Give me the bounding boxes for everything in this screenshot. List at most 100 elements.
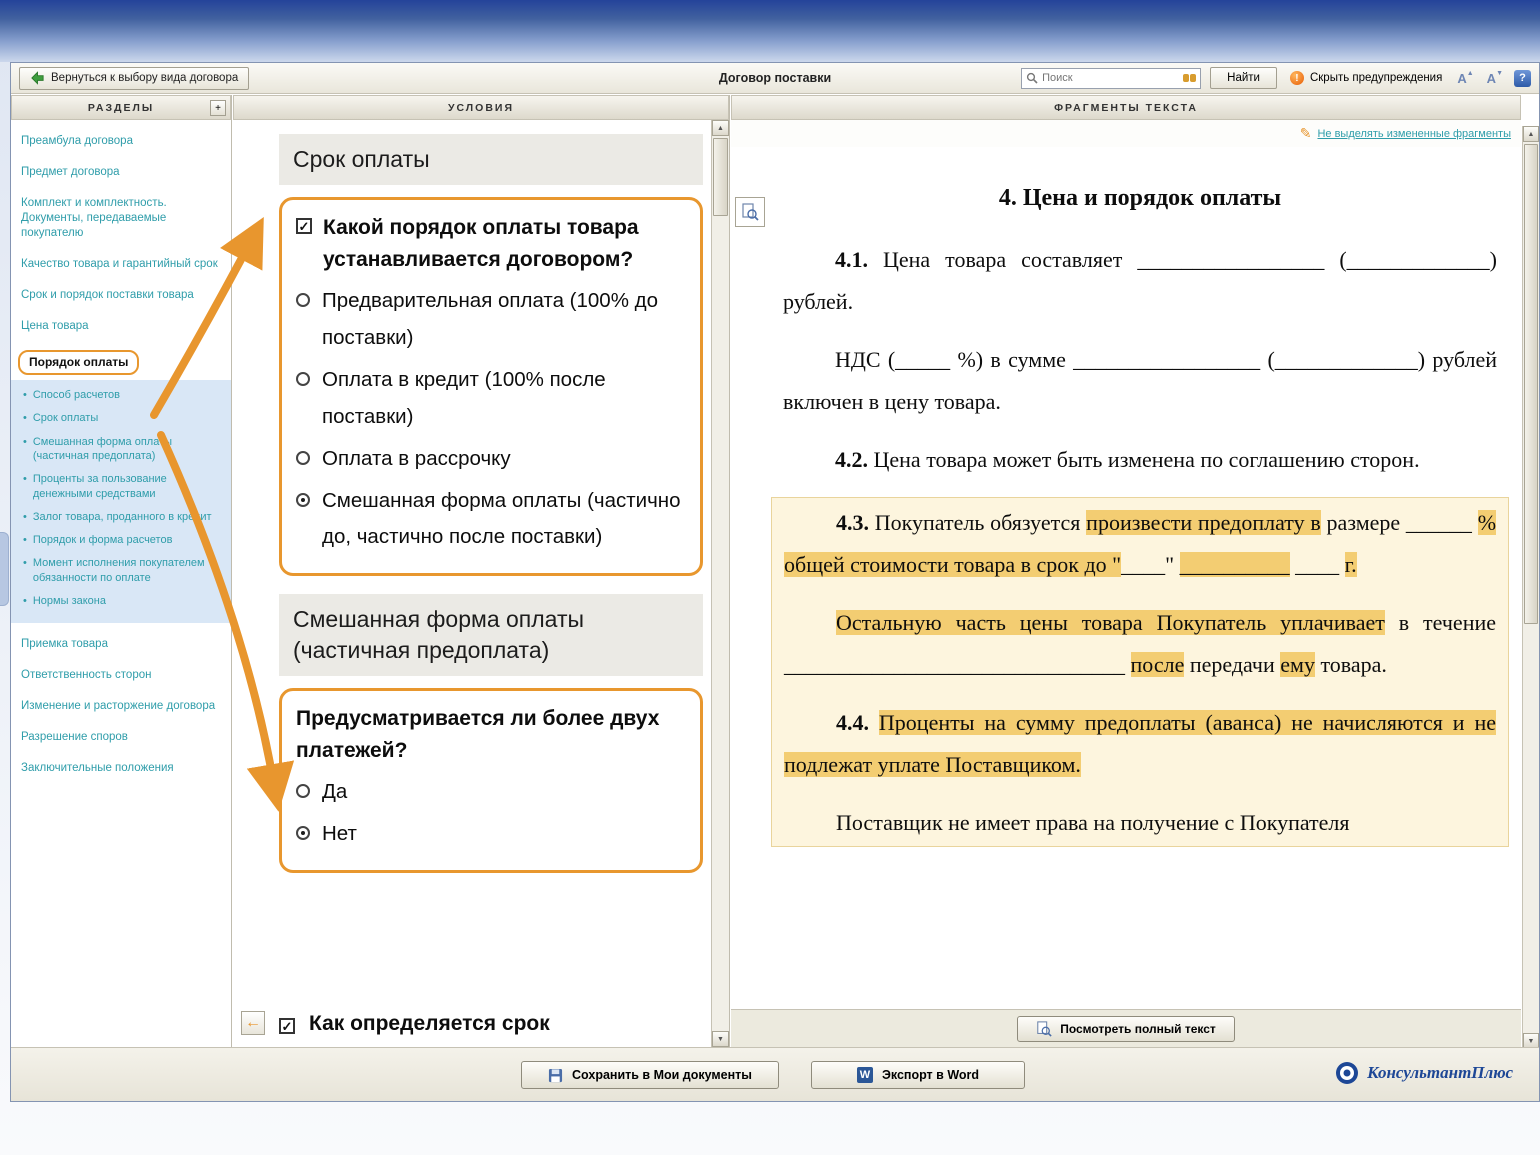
sidebar-subsection-item[interactable]: •Порядок и форма расчетов (23, 533, 225, 547)
sidebar-section-item[interactable]: Цена товара (21, 319, 223, 334)
changed-fragment: произвести предоплату в (1086, 510, 1321, 535)
radio-option[interactable]: Нет (296, 816, 686, 853)
scroll-up-icon[interactable]: ▲ (1523, 126, 1539, 142)
bullet-icon: • (23, 556, 27, 585)
conditions-scrollbar[interactable]: ▲ ▼ (711, 120, 729, 1047)
sidebar-subsection-item[interactable]: •Момент исполнения покупателем обязаннос… (23, 556, 225, 585)
radio-option-label: Да (322, 774, 347, 811)
sections-panel-header: РАЗДЕЛЫ + (11, 95, 231, 120)
text-fragment: Цена товара может быть изменена по согла… (868, 447, 1420, 472)
radio-selected-icon[interactable] (296, 826, 310, 840)
sidebar-subsection-item[interactable]: •Смешанная форма оплаты (частичная предо… (23, 435, 225, 464)
document-body: 4.1. Цена товара составляет ____________… (783, 239, 1497, 481)
text-fragment: Цена товара составляет _________________… (783, 247, 1497, 314)
search-box[interactable] (1021, 68, 1201, 89)
text-fragment: 4.4. (836, 710, 869, 735)
bullet-icon: • (23, 435, 27, 464)
sections-collapse-button[interactable]: + (210, 100, 226, 116)
sidebar-subsection-item[interactable]: •Проценты за пользование денежными средс… (23, 472, 225, 501)
font-decrease-icon[interactable]: A▼ (1485, 71, 1505, 86)
text-fragment: товара. (1315, 652, 1387, 677)
save-button-label: Сохранить в Мои документы (572, 1068, 752, 1082)
sidebar-subsection-item[interactable]: •Способ расчетов (23, 388, 225, 402)
font-increase-icon[interactable]: A▲ (1455, 71, 1475, 86)
radio-option-label: Оплата в кредит (100% после поставки) (322, 362, 686, 436)
section-subitem-label: Нормы закона (33, 594, 106, 608)
text-fragment: Покупатель обязуется (869, 510, 1086, 535)
search-input[interactable] (1042, 72, 1179, 84)
text-fragment: передачи (1184, 652, 1280, 677)
text-fragment: ____ (1290, 552, 1345, 577)
bullet-icon: • (23, 594, 27, 608)
radio-options-group: Да Нет (296, 774, 686, 853)
sidebar-collapse-handle[interactable] (0, 532, 9, 606)
word-icon: W (857, 1067, 873, 1083)
advanced-search-icon[interactable] (1183, 74, 1196, 82)
fragments-panel-title: ФРАГМЕНТЫ ТЕКСТА (1054, 102, 1198, 114)
sidebar-section-item[interactable]: Заключительные положения (21, 761, 223, 776)
save-to-my-documents-button[interactable]: Сохранить в Мои документы (521, 1061, 779, 1089)
sidebar-section-item[interactable]: Срок и порядок поставки товара (21, 288, 223, 303)
changed-fragment: __________ (1180, 552, 1290, 577)
export-button-label: Экспорт в Word (882, 1068, 979, 1082)
radio-options-group: Предварительная оплата (100% до поставки… (296, 283, 686, 556)
sidebar-section-item[interactable]: Комплект и комплектность. Документы, пер… (21, 196, 223, 241)
back-to-contract-type-button[interactable]: Вернуться к выбору вида договора (19, 67, 249, 90)
contract-title: Договор поставки (719, 71, 831, 85)
scrollbar-thumb[interactable] (713, 138, 728, 216)
changed-fragment: г. (1345, 552, 1357, 577)
search-icon (1026, 72, 1038, 84)
radio-option[interactable]: Да (296, 774, 686, 811)
sidebar-item-active[interactable]: Порядок оплаты (18, 350, 139, 376)
next-question-row: ← ✓ Как определяется срок (241, 1008, 703, 1040)
sidebar-section-item[interactable]: Разрешение споров (21, 730, 223, 745)
sidebar-subsection-item[interactable]: •Залог товара, проданного в кредит (23, 510, 225, 524)
contract-constructor-app: Вернуться к выбору вида договора Договор… (10, 62, 1540, 1102)
question-box-two-payments: Предусматривается ли более двух платежей… (279, 688, 703, 873)
document-paragraph: 4.4. Проценты на сумму предоплаты (аванс… (784, 702, 1496, 786)
find-button[interactable]: Найти (1210, 67, 1277, 89)
sidebar-subsection-item[interactable]: •Срок оплаты (23, 411, 225, 425)
toggle-changed-fragments-link[interactable]: Не выделять измененные фрагменты (1317, 128, 1511, 140)
radio-icon[interactable] (296, 372, 310, 386)
sidebar-section-item[interactable]: Изменение и расторжение договора (21, 699, 223, 714)
radio-icon[interactable] (296, 784, 310, 798)
radio-option[interactable]: Смешанная форма оплаты (частично до, час… (296, 483, 686, 557)
radio-option[interactable]: Предварительная оплата (100% до поставки… (296, 283, 686, 357)
export-to-word-button[interactable]: W Экспорт в Word (811, 1061, 1025, 1089)
sidebar-section-item[interactable]: Предмет договора (21, 165, 223, 180)
radio-option[interactable]: Оплата в рассрочку (296, 441, 686, 478)
scroll-up-icon[interactable]: ▲ (712, 120, 729, 136)
help-icon[interactable]: ? (1514, 70, 1531, 87)
previous-question-button[interactable]: ← (241, 1011, 265, 1035)
conditions-content: Срок оплаты ✓ Какой порядок оплаты товар… (233, 120, 711, 1047)
sidebar-section-item[interactable]: Преамбула договора (21, 134, 223, 149)
text-fragment: 4.3. (836, 510, 869, 535)
changed-fragment: ему (1280, 652, 1315, 677)
radio-option[interactable]: Оплата в кредит (100% после поставки) (296, 362, 686, 436)
sidebar-section-item[interactable]: Приемка товара (21, 637, 223, 652)
changed-fragment: Остальную часть цены товара Покупатель у… (836, 610, 1385, 635)
sidebar-section-item[interactable]: Ответственность сторон (21, 668, 223, 683)
question-text: Предусматривается ли более двух платежей… (296, 703, 686, 766)
radio-icon[interactable] (296, 293, 310, 307)
document-paragraph: Остальную часть цены товара Покупатель у… (784, 602, 1496, 686)
page-magnifier-icon (1036, 1021, 1052, 1037)
hide-warnings-button[interactable]: ! Скрыть предупреждения (1286, 71, 1446, 85)
radio-icon[interactable] (296, 451, 310, 465)
bullet-icon: • (23, 510, 27, 524)
view-full-text-button[interactable]: Посмотреть полный текст (1017, 1016, 1235, 1042)
checkbox-checked-icon[interactable]: ✓ (279, 1018, 295, 1034)
back-button-label: Вернуться к выбору вида договора (51, 72, 238, 84)
sidebar-subsection-item[interactable]: • Нормы закона (23, 594, 225, 608)
sidebar-section-item[interactable]: Качество товара и гарантийный срок (21, 257, 223, 272)
brand: КонсультантПлюс (1335, 1061, 1513, 1085)
checkbox-checked-icon[interactable]: ✓ (296, 218, 312, 234)
fragments-scrollbar[interactable]: ▲ ▼ (1522, 126, 1539, 1049)
text-fragment: ____" (1121, 552, 1179, 577)
document-paragraph: НДС (_____ %) в сумме _________________ … (783, 339, 1497, 423)
radio-selected-icon[interactable] (296, 493, 310, 507)
scrollbar-thumb[interactable] (1524, 144, 1538, 624)
scroll-down-icon[interactable]: ▼ (712, 1031, 729, 1047)
active-section-children: •Способ расчетов •Срок оплаты •Смешанная ф… (11, 380, 231, 623)
